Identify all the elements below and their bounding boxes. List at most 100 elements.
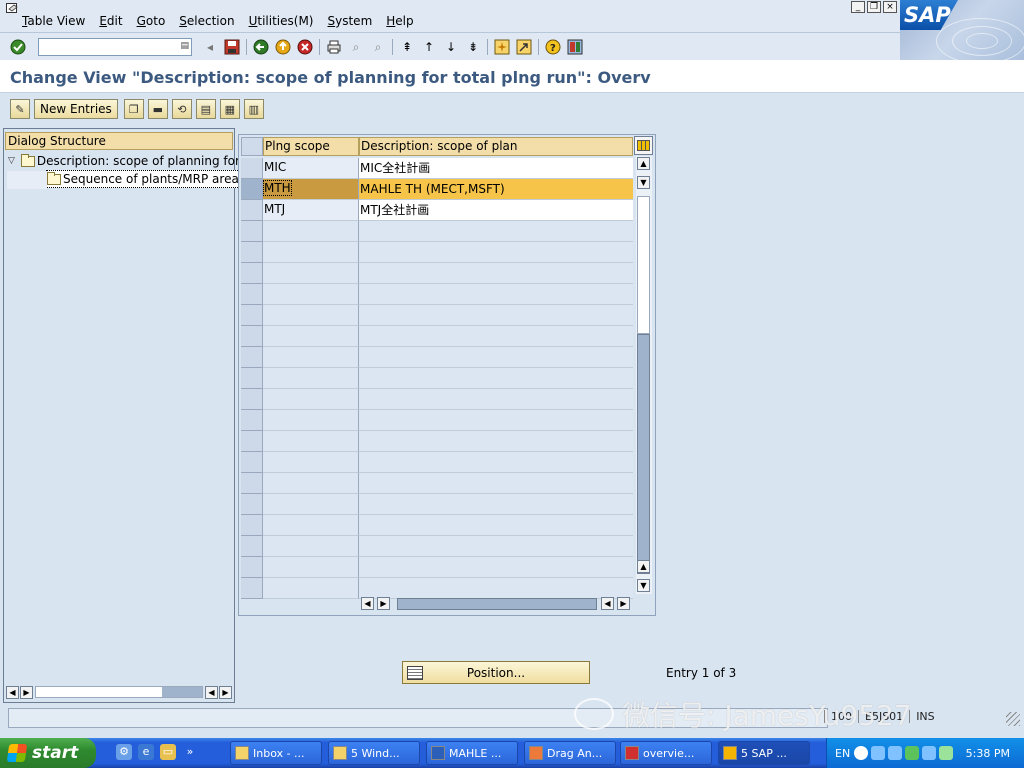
- next-page-icon[interactable]: ↓: [443, 39, 459, 55]
- row-selector[interactable]: [241, 242, 263, 263]
- table-row[interactable]: [241, 431, 633, 452]
- row-selector[interactable]: [241, 410, 263, 431]
- tray-expand-icon[interactable]: [854, 746, 869, 760]
- scroll-page-up-icon[interactable]: ▲: [637, 560, 650, 573]
- scroll-right-icon[interactable]: ▶: [20, 685, 33, 699]
- table-row[interactable]: MIC MIC全社計画: [241, 158, 633, 179]
- row-selector[interactable]: [241, 284, 263, 305]
- position-button[interactable]: Position...: [402, 661, 590, 684]
- menu-system[interactable]: System: [328, 14, 373, 28]
- clock[interactable]: 5:38 PM: [966, 747, 1010, 760]
- scrollbar-thumb[interactable]: [637, 334, 650, 574]
- table-row[interactable]: [241, 494, 633, 515]
- table-row[interactable]: [241, 452, 633, 473]
- find-next-icon[interactable]: ⌕: [370, 39, 386, 55]
- show-desktop-icon[interactable]: ▭: [160, 744, 176, 760]
- scroll-left-icon[interactable]: ◀: [601, 597, 614, 610]
- command-history-icon[interactable]: ▤: [180, 41, 189, 51]
- table-horizontal-scrollbar[interactable]: ◀ ▶ ◀ ▶: [361, 597, 633, 611]
- customize-layout-icon[interactable]: [567, 39, 583, 55]
- explorer-icon[interactable]: ⚙: [116, 744, 132, 760]
- tray-wireless-icon[interactable]: [939, 746, 954, 760]
- tray-volume-icon[interactable]: [922, 746, 937, 760]
- first-page-icon[interactable]: ⇞: [399, 39, 415, 55]
- row-selector[interactable]: [241, 326, 263, 347]
- row-selector[interactable]: [241, 347, 263, 368]
- copy-as-icon[interactable]: ❐: [123, 99, 144, 119]
- scroll-last-icon[interactable]: ▶: [219, 685, 232, 699]
- scrollbar-track[interactable]: [637, 196, 650, 334]
- cell-description[interactable]: MAHLE TH (MECT,MSFT): [359, 179, 633, 200]
- row-selector[interactable]: [241, 389, 263, 410]
- new-entries-button[interactable]: New Entries: [34, 99, 118, 119]
- column-header-description[interactable]: Description: scope of plan: [359, 137, 633, 156]
- table-row[interactable]: [241, 284, 633, 305]
- row-selector[interactable]: [241, 431, 263, 452]
- tray-network-icon[interactable]: [888, 746, 903, 760]
- scroll-up-icon[interactable]: ▲: [637, 157, 650, 170]
- help-icon[interactable]: ?: [545, 39, 561, 55]
- shortcut-icon[interactable]: [516, 39, 532, 55]
- row-selector[interactable]: [241, 557, 263, 578]
- scroll-left-icon[interactable]: ◀: [205, 685, 218, 699]
- find-icon[interactable]: ⌕: [348, 39, 364, 55]
- row-selector[interactable]: [241, 368, 263, 389]
- delete-icon[interactable]: ▬: [147, 99, 168, 119]
- row-selector[interactable]: [241, 200, 263, 221]
- column-header-plng-scope[interactable]: Plng scope: [263, 137, 359, 156]
- close-button[interactable]: ×: [883, 1, 897, 13]
- scroll-first-icon[interactable]: ◀: [361, 597, 374, 610]
- table-row[interactable]: [241, 578, 633, 599]
- save-icon[interactable]: [224, 39, 240, 55]
- menu-goto[interactable]: Goto: [137, 14, 166, 28]
- table-row[interactable]: MTJ MTJ全社計画: [241, 200, 633, 221]
- exit-icon[interactable]: [275, 39, 291, 55]
- scrollbar-thumb[interactable]: [162, 687, 202, 697]
- row-selector[interactable]: [241, 515, 263, 536]
- table-row[interactable]: [241, 326, 633, 347]
- resize-grip-icon[interactable]: [1006, 712, 1020, 726]
- table-row[interactable]: [241, 410, 633, 431]
- menu-utilities[interactable]: Utilities(M): [249, 14, 314, 28]
- row-selector[interactable]: [241, 494, 263, 515]
- restore-button[interactable]: ❐: [867, 1, 881, 13]
- row-selector[interactable]: [241, 536, 263, 557]
- cell-description[interactable]: MTJ全社計画: [359, 200, 633, 221]
- display-change-icon[interactable]: ✎: [10, 99, 30, 119]
- command-field[interactable]: ▤: [38, 37, 192, 56]
- cell-description[interactable]: MIC全社計画: [359, 158, 633, 179]
- print-icon[interactable]: [326, 39, 342, 55]
- task-paint[interactable]: Drag An...: [524, 741, 616, 765]
- table-row[interactable]: [241, 473, 633, 494]
- tray-security-icon[interactable]: [905, 746, 920, 760]
- start-button[interactable]: start: [0, 738, 96, 768]
- row-selector[interactable]: [241, 263, 263, 284]
- task-windows-explorer[interactable]: 5 Wind...: [328, 741, 420, 765]
- back-icon[interactable]: [253, 39, 269, 55]
- table-row[interactable]: [241, 557, 633, 578]
- table-settings-icon[interactable]: [634, 136, 653, 155]
- task-word[interactable]: MAHLE ...: [426, 741, 518, 765]
- scroll-first-icon[interactable]: ◀: [6, 685, 19, 699]
- table-row[interactable]: [241, 305, 633, 326]
- menu-selection[interactable]: Selection: [179, 14, 234, 28]
- row-selector[interactable]: [241, 158, 263, 179]
- task-inbox[interactable]: Inbox - ...: [230, 741, 322, 765]
- table-row[interactable]: [241, 536, 633, 557]
- menu-table-view[interactable]: Table View: [22, 14, 85, 28]
- create-session-icon[interactable]: [494, 39, 510, 55]
- table-row[interactable]: [241, 389, 633, 410]
- window-menu-icon[interactable]: [6, 3, 20, 15]
- minimize-button[interactable]: _: [851, 1, 865, 13]
- row-selector[interactable]: [241, 578, 263, 599]
- cell-plng-scope[interactable]: MIC: [263, 158, 359, 179]
- tray-user-icon[interactable]: [871, 746, 886, 760]
- cell-plng-scope[interactable]: MTH: [263, 179, 359, 200]
- row-selector[interactable]: [241, 221, 263, 242]
- select-all-icon[interactable]: ▤: [195, 99, 216, 119]
- row-selector[interactable]: [241, 305, 263, 326]
- task-pdf[interactable]: overvie...: [620, 741, 712, 765]
- select-all-cell[interactable]: [241, 137, 263, 156]
- cell-plng-scope[interactable]: MTJ: [263, 200, 359, 221]
- menu-edit[interactable]: Edit: [99, 14, 122, 28]
